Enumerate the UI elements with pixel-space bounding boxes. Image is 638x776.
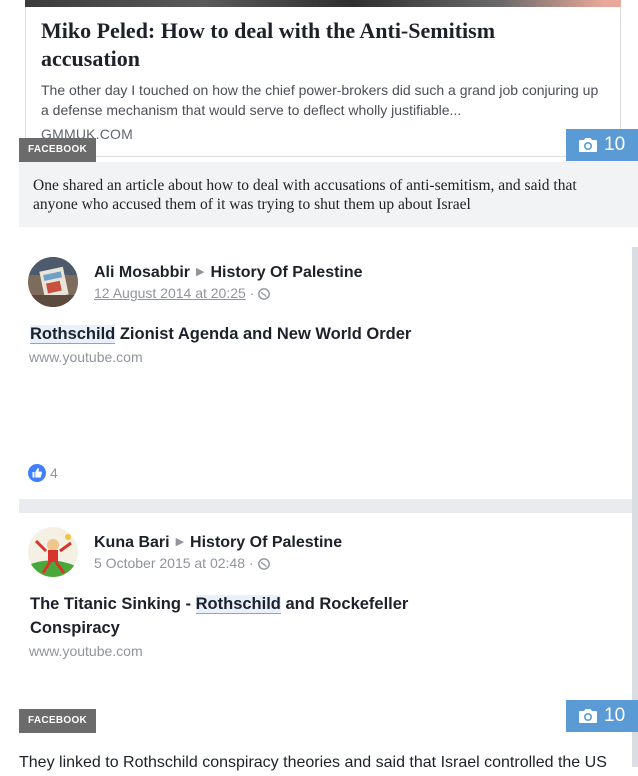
reactions[interactable]: 4 — [28, 464, 58, 482]
link-description: The other day I touched on how the chief… — [41, 82, 599, 118]
like-count: 4 — [50, 465, 58, 481]
post-separator — [19, 499, 632, 513]
source-badge: FACEBOOK — [19, 709, 97, 733]
post-date[interactable]: 12 August 2014 at 20:25 — [94, 285, 246, 301]
link-preview-card[interactable]: Miko Peled: How to deal with the Anti-Se… — [25, 7, 621, 157]
post-date[interactable]: 5 October 2015 at 02:48 — [94, 555, 245, 571]
image-caption: They linked to Rothschild conspiracy the… — [19, 754, 607, 771]
camera-icon — [579, 138, 597, 152]
photo-count-button[interactable]: 10 — [566, 700, 638, 732]
photo-count-button[interactable]: 10 — [566, 129, 638, 161]
link-url[interactable]: www.youtube.com — [29, 643, 143, 659]
like-icon — [28, 464, 46, 482]
camera-icon — [579, 709, 597, 723]
scroll-border — [632, 247, 638, 767]
post-text[interactable]: The Titanic Sinking - Rothschild and Roc… — [30, 592, 408, 640]
group-name[interactable]: History Of Palestine — [210, 264, 362, 281]
post-text[interactable]: Rothschild Zionist Agenda and New World … — [30, 322, 411, 346]
post-meta: 5 October 2015 at 02:48 · — [94, 555, 270, 573]
author-name[interactable]: Ali Mosabbir — [94, 264, 190, 281]
link-url[interactable]: www.youtube.com — [29, 349, 143, 365]
globe-icon — [257, 557, 270, 573]
post-text-line2: Conspiracy — [30, 619, 120, 637]
post-header: Kuna Bari ▶ History Of Palestine — [94, 534, 342, 552]
globe-icon — [258, 287, 271, 303]
preview-image-strip — [25, 0, 621, 7]
post-text-before: The Titanic Sinking - — [30, 595, 196, 613]
article-image[interactable]: Miko Peled: How to deal with the Anti-Se… — [19, 0, 638, 162]
post-meta: 12 August 2014 at 20:25 · — [94, 285, 271, 303]
caret-right-icon: ▶ — [175, 536, 185, 548]
photo-count-value: 10 — [604, 705, 626, 726]
facebook-posts-screenshot: Ali Mosabbir ▶ History Of Palestine 12 Aug… — [19, 247, 632, 730]
avatar[interactable] — [28, 527, 78, 577]
caret-right-icon: ▶ — [196, 266, 205, 278]
source-badge: FACEBOOK — [19, 138, 97, 162]
link-title[interactable]: Miko Peled: How to deal with the Anti-Se… — [41, 17, 581, 73]
post-text-after: and Rockefeller — [280, 595, 409, 613]
author-name[interactable]: Kuna Bari — [94, 534, 170, 551]
photo-count-value: 10 — [604, 134, 626, 155]
group-name[interactable]: History Of Palestine — [190, 534, 342, 551]
avatar[interactable] — [28, 257, 78, 307]
post-text-rest: Zionist Agenda and New World Order — [115, 325, 412, 343]
highlighted-term: Rothschild — [30, 325, 116, 344]
post-header: Ali Mosabbir ▶ History Of Palestine — [94, 264, 363, 282]
image-caption: One shared an article about how to deal … — [19, 162, 638, 227]
highlighted-term: Rothschild — [195, 595, 281, 614]
